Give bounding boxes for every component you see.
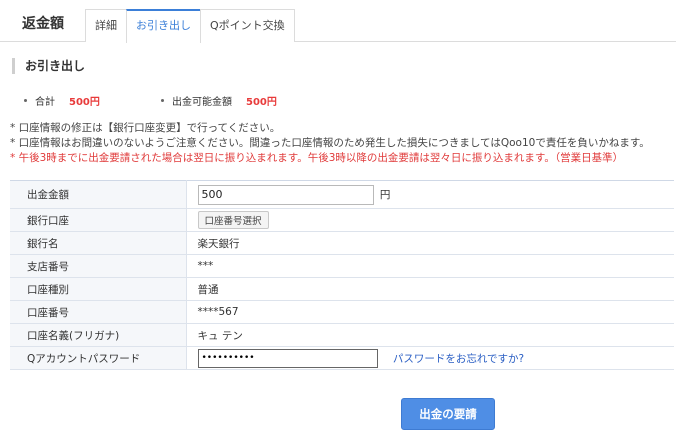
bullet-icon [161, 99, 164, 102]
account-number-label: 口座番号 [10, 300, 187, 324]
form-row-account-number: 口座番号 ****567 [10, 300, 674, 324]
available-label: 出金可能金額 [172, 97, 232, 108]
tab-qpoint-exchange[interactable]: Qポイント交換 [200, 9, 295, 42]
account-holder-value: キュ テン [186, 323, 674, 347]
amount-unit: 円 [379, 189, 391, 201]
form-row-account-type: 口座種別 普通 [10, 277, 674, 301]
forgot-password-link[interactable]: パスワードをお忘れですか? [393, 353, 524, 365]
page-header: 返金額 詳細 お引き出し Qポイント交換 [0, 0, 676, 43]
tab-bar: 詳細 お引き出し Qポイント交換 [85, 9, 295, 43]
total-label: 合計 [35, 97, 55, 108]
section-title: お引き出し [12, 58, 85, 74]
bank-name-value: 楽天銀行 [186, 231, 674, 255]
withdrawal-form: 出金金額 円 銀行口座 口座番号選択 銀行名 楽天銀行 支店番号 *** 口座種… [10, 180, 674, 370]
account-type-value: 普通 [186, 277, 674, 301]
password-input[interactable] [197, 348, 378, 368]
form-row-password: Qアカウントパスワード パスワードをお忘れですか? [10, 346, 674, 370]
account-type-label: 口座種別 [10, 277, 187, 301]
notice-list: * 口座情報の修正は【銀行口座変更】で行ってください。 * 口座情報はお間違いの… [10, 121, 650, 166]
summary-total: 合計 500円 [24, 93, 100, 108]
form-row-bank-account: 銀行口座 口座番号選択 [10, 208, 674, 232]
password-label: Qアカウントパスワード [10, 346, 187, 370]
bank-name-label: 銀行名 [10, 231, 187, 255]
notice-item: * 口座情報の修正は【銀行口座変更】で行ってください。 [10, 122, 281, 134]
tab-withdrawal[interactable]: お引き出し [126, 9, 201, 43]
available-value: 500円 [246, 97, 277, 108]
tab-details[interactable]: 詳細 [85, 9, 127, 42]
amount-input[interactable] [197, 184, 374, 205]
bullet-icon [24, 99, 27, 102]
form-row-amount: 出金金額 円 [10, 180, 674, 209]
branch-label: 支店番号 [10, 254, 187, 278]
account-number-value: ****567 [186, 300, 674, 324]
notice-item-warning: * 午後3時までに出金要請された場合は翌日に振り込まれます。午後3時以降の出金要… [10, 152, 624, 164]
select-account-button[interactable]: 口座番号選択 [197, 211, 269, 229]
request-withdrawal-button[interactable]: 出金の要請 [401, 398, 495, 430]
account-holder-label: 口座名義(フリガナ) [10, 323, 187, 347]
form-row-branch: 支店番号 *** [10, 254, 674, 278]
branch-value: *** [186, 254, 674, 278]
form-row-account-holder: 口座名義(フリガナ) キュ テン [10, 323, 674, 347]
notice-item: * 口座情報はお間違いのないようご注意ください。間違った口座情報のため発生した損… [10, 137, 650, 149]
summary-available: 出金可能金額 500円 [161, 93, 277, 108]
total-value: 500円 [69, 97, 100, 108]
amount-label: 出金金額 [10, 180, 187, 209]
form-row-bank-name: 銀行名 楽天銀行 [10, 231, 674, 255]
bank-account-label: 銀行口座 [10, 208, 187, 232]
page-title: 返金額 [22, 16, 64, 32]
